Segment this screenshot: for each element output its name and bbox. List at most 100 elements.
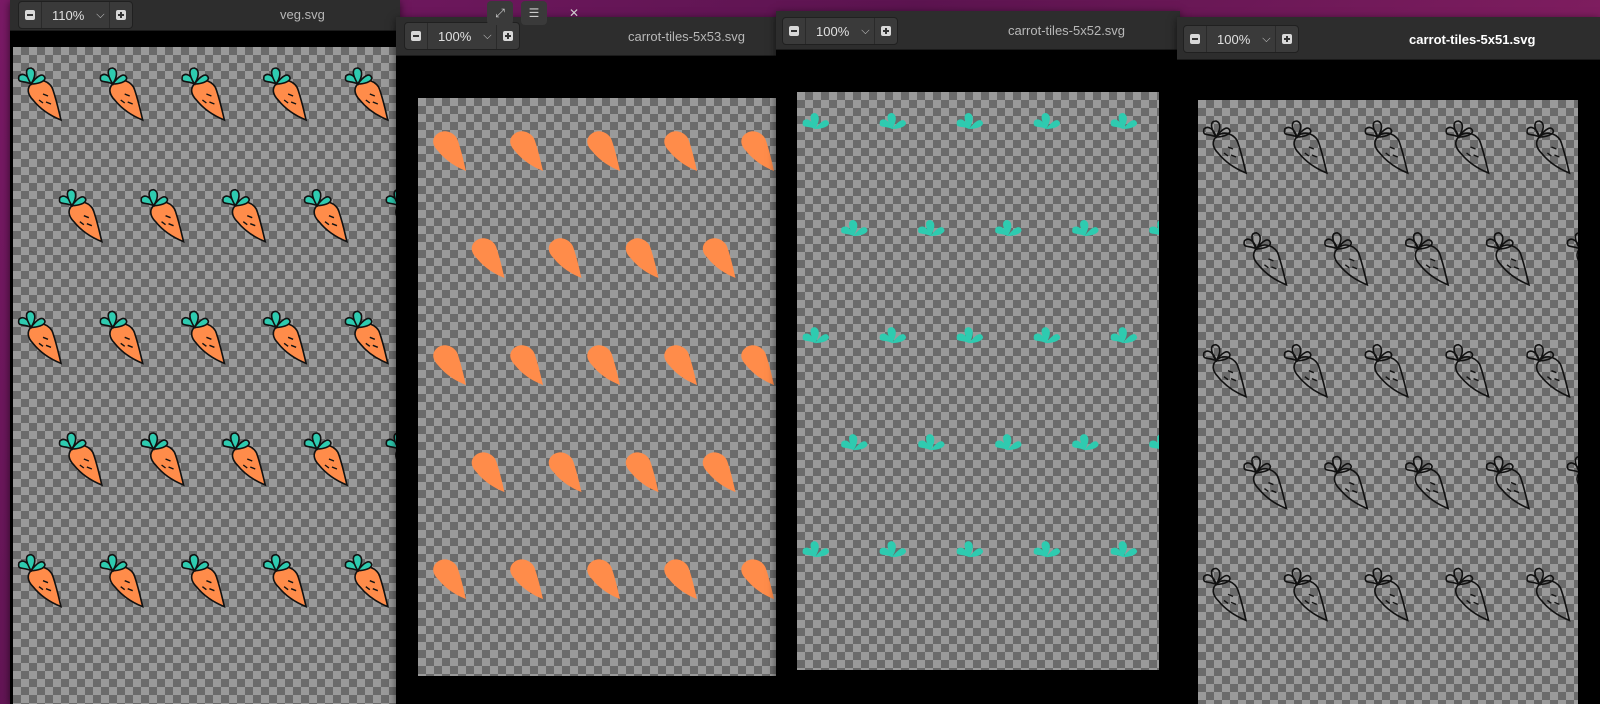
- carrot-tile: [1526, 120, 1571, 175]
- zoom-out-icon[interactable]: [783, 18, 805, 44]
- carrot-tile: [433, 131, 466, 171]
- carrot-tile: [222, 188, 267, 243]
- carrot-tile: [956, 541, 984, 558]
- carrot-tile: [625, 238, 659, 279]
- header-bar: 100% ⌵ carrot-tiles-5x52.svg: [776, 11, 1180, 50]
- zoom-out-icon[interactable]: [405, 23, 427, 49]
- carrot-tile: [1526, 567, 1571, 622]
- carrot-tile: [879, 113, 907, 129]
- image-viewer-window-veg: 110% ⌵ veg.svg: [10, 0, 400, 704]
- carrot-tile: [181, 67, 226, 122]
- zoom-in-icon[interactable]: [110, 2, 132, 28]
- carrot-tile: [303, 432, 349, 487]
- carrot-tile: [1283, 343, 1329, 399]
- carrot-tile: [741, 345, 775, 386]
- header-bar: 110% ⌵ veg.svg: [10, 0, 400, 31]
- zoom-level-value: 100%: [438, 28, 472, 44]
- image-canvas[interactable]: [797, 92, 1159, 670]
- carrot-tile: [58, 432, 104, 487]
- hamburger-menu-icon[interactable]: ☰: [521, 1, 547, 25]
- carrot-tile: [1149, 220, 1159, 235]
- carrot-tile: [1404, 232, 1450, 287]
- carrot-tile: [1202, 343, 1248, 399]
- carrot-tile: [548, 238, 582, 279]
- carrot-tile: [99, 67, 144, 122]
- zoom-in-icon[interactable]: [1276, 26, 1298, 52]
- image-canvas[interactable]: [418, 98, 780, 676]
- zoom-control: 110% ⌵: [18, 1, 133, 29]
- window-title: carrot-tiles-5x52.svg: [1008, 23, 1126, 38]
- carrot-tile: [433, 559, 466, 600]
- carrot-tile: [1243, 455, 1288, 510]
- carrot-tile: [1526, 343, 1571, 399]
- carrot-tile: [262, 310, 308, 365]
- carrot-tile: [1110, 327, 1138, 344]
- carrot-tile: [344, 310, 389, 365]
- zoom-out-icon[interactable]: [19, 2, 41, 28]
- carrot-tile: [995, 434, 1022, 451]
- carrot-tile: [303, 188, 349, 243]
- chevron-down-icon: ⌵: [1262, 32, 1271, 45]
- expand-icon[interactable]: ⤢: [487, 1, 513, 25]
- image-viewer-window-5x53: 100% ⌵ carrot-tiles-5x53.svg: [396, 17, 780, 704]
- zoom-out-icon[interactable]: [1184, 26, 1206, 52]
- carrot-tile: [1283, 567, 1329, 622]
- carrot-tile: [918, 434, 945, 451]
- zoom-level-dropdown[interactable]: 100% ⌵: [805, 18, 875, 44]
- carrot-tile: [664, 131, 698, 171]
- carrot-tile: [1149, 434, 1159, 450]
- carrot-tile: [344, 553, 389, 608]
- carrot-tile: [702, 452, 736, 493]
- close-icon[interactable]: ✕: [561, 1, 587, 25]
- carrot-tile: [99, 310, 144, 365]
- zoom-level-dropdown[interactable]: 110% ⌵: [41, 2, 110, 28]
- carrot-tile: [702, 238, 736, 279]
- carrot-tile: [262, 553, 308, 608]
- carrot-tile: [471, 452, 505, 493]
- carrot-tile: [918, 220, 945, 237]
- carrot-tile: [587, 131, 621, 171]
- chevron-down-icon: ⌵: [96, 8, 105, 21]
- zoom-level-value: 100%: [816, 23, 850, 39]
- carrot-tile: [140, 432, 185, 487]
- carrot-tile: [1364, 343, 1409, 399]
- carrot-tile: [587, 345, 621, 386]
- image-canvas[interactable]: [13, 47, 397, 704]
- zoom-level-dropdown[interactable]: 100% ⌵: [427, 23, 497, 49]
- carrot-tile: [1283, 120, 1329, 175]
- carrot-tile: [1485, 455, 1531, 510]
- carrot-tile: [841, 220, 868, 237]
- carrot-tile: [140, 188, 185, 243]
- carrot-tile: [1445, 343, 1490, 399]
- carrot-tile: [1364, 120, 1409, 175]
- carrot-tile: [1072, 220, 1099, 237]
- carrot-tile: [664, 345, 698, 386]
- carrot-tile: [510, 131, 544, 171]
- header-bar: 100% ⌵ carrot-tiles-5x51.svg: [1177, 17, 1600, 60]
- carrot-tile: [17, 310, 63, 365]
- carrot-tile: [879, 327, 907, 344]
- carrot-tile: [1033, 113, 1061, 129]
- carrot-tile: [841, 434, 868, 451]
- carrot-tile: [1072, 434, 1099, 451]
- chevron-down-icon: ⌵: [861, 24, 870, 37]
- carrot-tile: [510, 345, 544, 386]
- zoom-in-icon[interactable]: [497, 23, 519, 49]
- window-title: carrot-tiles-5x53.svg: [628, 29, 746, 44]
- zoom-in-icon[interactable]: [875, 18, 897, 44]
- carrot-tile: [741, 559, 775, 600]
- carrot-tile: [1324, 455, 1369, 510]
- zoom-control: 100% ⌵: [782, 17, 898, 45]
- carrot-tile: [956, 113, 984, 129]
- carrot-tile: [802, 541, 829, 558]
- zoom-level-dropdown[interactable]: 100% ⌵: [1206, 26, 1276, 52]
- carrot-tile: [956, 327, 984, 344]
- image-canvas[interactable]: [1198, 100, 1578, 704]
- carrot-tile: [548, 452, 582, 493]
- zoom-level-value: 110%: [52, 7, 85, 23]
- carrot-tile: [222, 432, 267, 487]
- window-title: veg.svg: [280, 7, 325, 22]
- image-viewer-window-5x51: 100% ⌵ carrot-tiles-5x51.svg: [1177, 17, 1600, 704]
- carrot-tile: [58, 188, 104, 243]
- carrot-tile: [433, 345, 466, 386]
